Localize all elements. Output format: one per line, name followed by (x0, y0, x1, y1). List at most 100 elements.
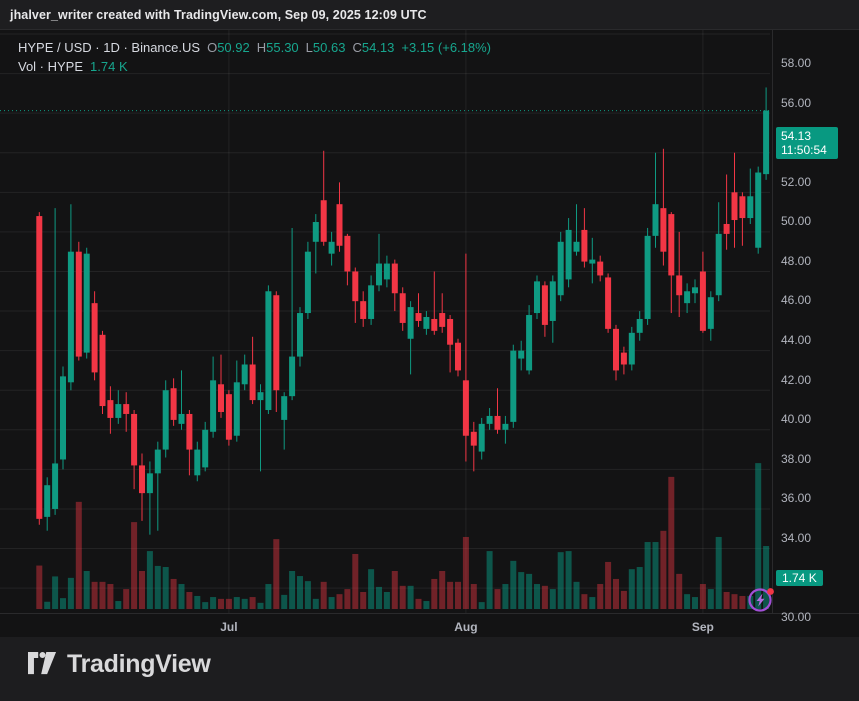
close-key: C (352, 40, 361, 55)
close-value: 54.13 (362, 40, 395, 55)
price-axis-label: 30.00 (781, 610, 811, 624)
volume-bar (376, 587, 382, 609)
candle-body (368, 285, 374, 319)
volume-study-title[interactable]: Vol · HYPE (18, 59, 83, 74)
volume-bar (242, 599, 248, 609)
volume-bar (171, 579, 177, 609)
volume-bar (716, 537, 722, 609)
volume-bar (637, 567, 643, 609)
volume-bar (684, 594, 690, 609)
candle-body (392, 264, 398, 294)
candle-body (281, 396, 287, 420)
volume-bar (92, 582, 98, 609)
candle-body (597, 262, 603, 276)
volume-bar (179, 584, 185, 609)
candle-body (60, 376, 66, 459)
candle-body (700, 271, 706, 330)
volume-bar (337, 594, 343, 609)
volume-bar (495, 589, 501, 609)
price-axis-label: 52.00 (781, 175, 811, 189)
volume-bar (194, 596, 200, 609)
volume-bar (589, 597, 595, 609)
volume-bar (265, 584, 271, 609)
volume-bar (384, 592, 390, 609)
volume-bar (321, 582, 327, 609)
candle-body (234, 382, 240, 435)
candle-body (147, 473, 153, 493)
volume-bar (329, 597, 335, 609)
candle-body (186, 414, 192, 450)
tradingview-logo-icon (28, 652, 58, 678)
volume-bar (431, 579, 437, 609)
volume-bar (455, 582, 461, 609)
volume-bar (439, 571, 445, 609)
volume-bar (107, 584, 113, 609)
candle-body (313, 222, 319, 242)
price-axis-label: 40.00 (781, 412, 811, 426)
candle-body (502, 424, 508, 430)
volume-bar (305, 581, 311, 609)
candle-body (194, 450, 200, 476)
volume-bar (392, 571, 398, 609)
candle-body (724, 224, 730, 234)
candle-body (226, 394, 232, 440)
volume-bar (147, 551, 153, 609)
candle-body (455, 343, 461, 371)
candle-body (92, 303, 98, 372)
candle-body (463, 380, 469, 435)
time-axis-label: Jul (220, 620, 237, 634)
candle-body (52, 463, 58, 509)
candle-body (637, 319, 643, 333)
volume-bar (155, 566, 161, 609)
volume-bar (487, 551, 493, 609)
bar-countdown: 11:50:54 (781, 143, 833, 157)
candle-body (44, 485, 50, 517)
candle-body (471, 432, 477, 446)
low-value: 50.63 (313, 40, 346, 55)
candle-body (250, 364, 256, 400)
footer-bar: TradingView (0, 637, 859, 701)
tradingview-wordmark: TradingView (67, 650, 211, 679)
volume-bar (123, 589, 129, 609)
symbol-title[interactable]: HYPE / USD · 1D · Binance.US (18, 40, 200, 55)
candle-body (408, 307, 414, 339)
chart-svg[interactable] (0, 30, 859, 638)
volume-bar (408, 586, 414, 609)
volume-bar (226, 599, 232, 609)
candle-body (479, 424, 485, 452)
open-value: 50.92 (217, 40, 250, 55)
candle-body (589, 260, 595, 264)
volume-bar (416, 599, 422, 609)
time-axis-label: Aug (454, 620, 477, 634)
volume-bar (700, 584, 706, 609)
last-price-badge: 54.13 11:50:54 (776, 127, 838, 159)
volume-bar (289, 571, 295, 609)
volume-bar (668, 477, 674, 609)
volume-bar (131, 522, 137, 609)
candle-body (68, 252, 74, 383)
candle-body (36, 216, 42, 519)
volume-bar (732, 594, 738, 609)
chart-panel[interactable]: HYPE / USD · 1D · Binance.US O50.92 H55.… (0, 29, 859, 637)
attribution-bar: jhalver_writer created with TradingView.… (0, 0, 859, 29)
candle-body (242, 364, 248, 384)
volume-bar (139, 571, 145, 609)
volume-bar (724, 592, 730, 609)
candle-body (526, 315, 532, 370)
candle-body (305, 252, 311, 313)
volume-bar (68, 578, 74, 609)
volume-bar (218, 599, 224, 609)
volume-bar (281, 595, 287, 609)
tradingview-logo[interactable]: TradingView (28, 650, 211, 679)
volume-bar (479, 602, 485, 609)
volume-bar (447, 582, 453, 609)
volume-bar (202, 602, 208, 609)
time-axis-label: Sep (692, 620, 714, 634)
volume-bar (581, 594, 587, 609)
volume-badge-value: 1.74 K (782, 571, 817, 585)
candle-body (84, 254, 90, 353)
low-key: L (306, 40, 313, 55)
candle-body (668, 214, 674, 275)
candle-body (273, 295, 279, 390)
boost-button[interactable] (745, 583, 779, 620)
